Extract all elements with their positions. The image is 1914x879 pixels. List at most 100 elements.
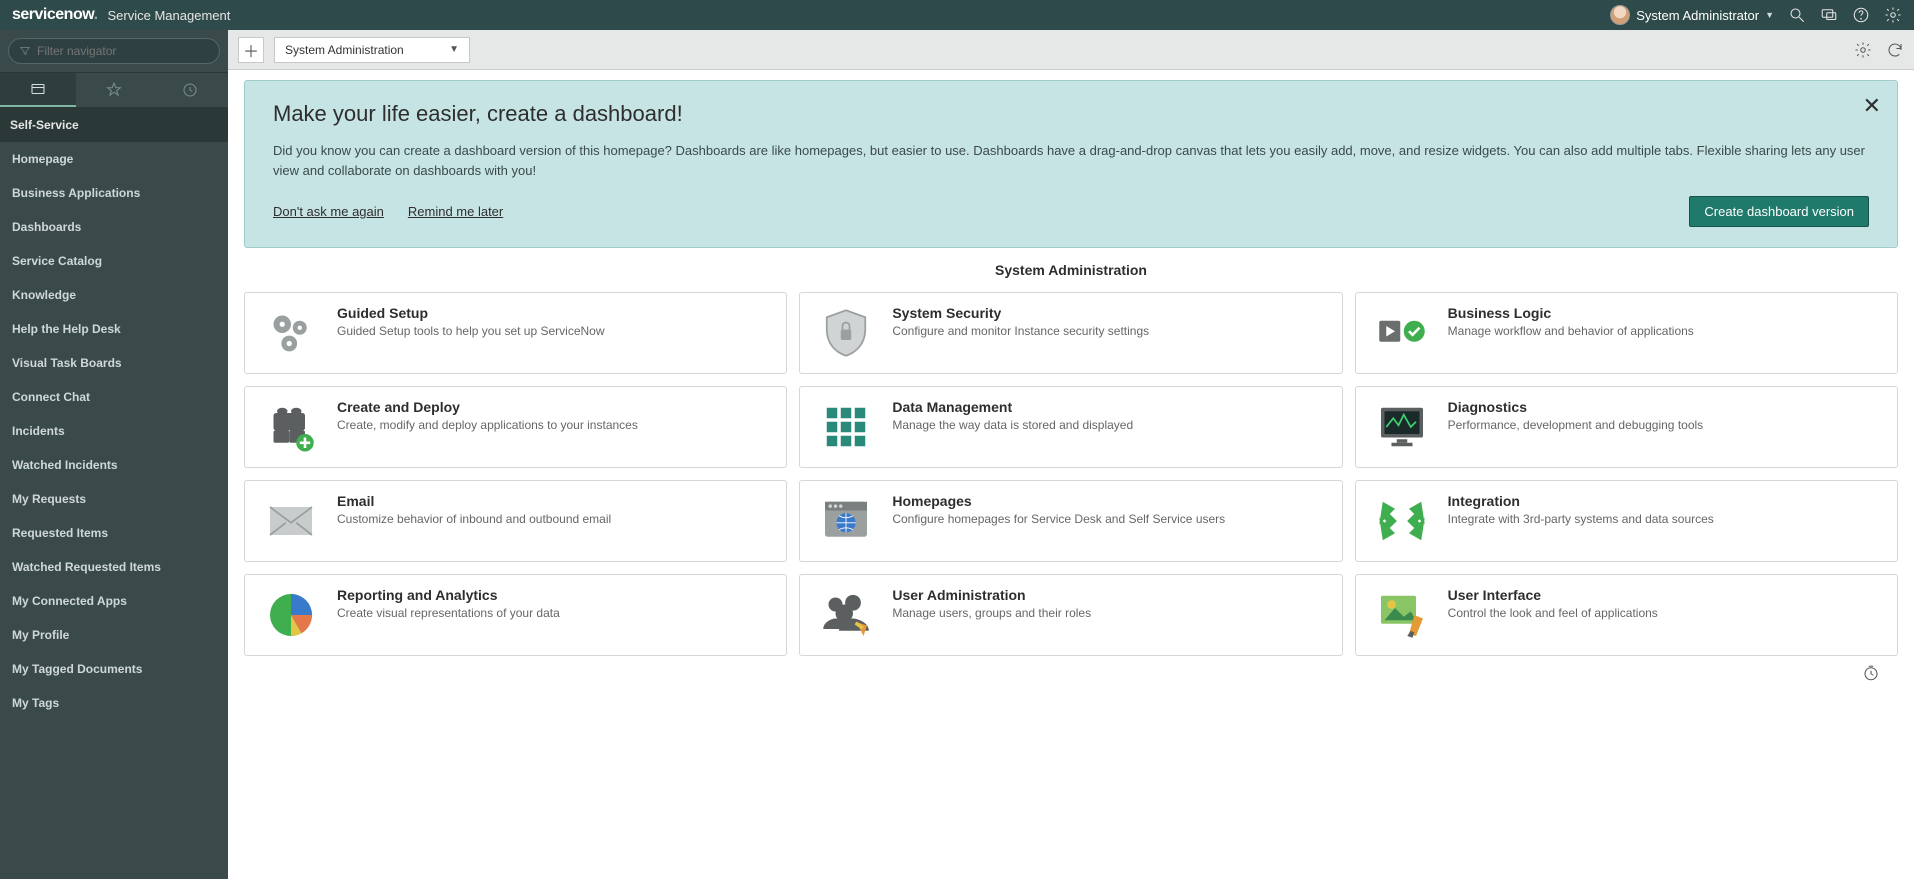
nav-tab-favorites[interactable] bbox=[76, 73, 152, 107]
timing-icon[interactable] bbox=[1862, 664, 1880, 682]
dashboard-promo: ✕ Make your life easier, create a dashbo… bbox=[244, 80, 1898, 248]
page-title: System Administration bbox=[244, 252, 1898, 292]
card-desc: Customize behavior of inbound and outbou… bbox=[337, 511, 611, 528]
homepage-select[interactable]: System Administration ▼ bbox=[274, 37, 470, 63]
sidebar-item[interactable]: Business Applications bbox=[0, 176, 228, 210]
card-title: Create and Deploy bbox=[337, 399, 638, 415]
logo: servicenow. bbox=[12, 6, 98, 24]
blocks-icon bbox=[261, 399, 321, 455]
user-menu[interactable]: System Administrator ▼ bbox=[1610, 5, 1774, 25]
card-desc: Performance, development and debugging t… bbox=[1448, 417, 1704, 434]
add-button[interactable]: ＋ bbox=[238, 37, 264, 63]
sidebar-item[interactable]: Knowledge bbox=[0, 278, 228, 312]
sidebar-item[interactable]: Visual Task Boards bbox=[0, 346, 228, 380]
help-icon[interactable] bbox=[1852, 6, 1870, 24]
card-desc: Manage users, groups and their roles bbox=[892, 605, 1091, 622]
gear-icon[interactable] bbox=[1884, 6, 1902, 24]
dropdown-arrow-icon: ▼ bbox=[449, 44, 459, 55]
nav-tab-history[interactable] bbox=[152, 73, 228, 107]
card-title: User Administration bbox=[892, 587, 1091, 603]
card-title: Homepages bbox=[892, 493, 1225, 509]
sidebar-item[interactable]: Watched Requested Items bbox=[0, 550, 228, 584]
card-desc: Create visual representations of your da… bbox=[337, 605, 560, 622]
admin-card[interactable]: Business Logic Manage workflow and behavi… bbox=[1355, 292, 1898, 374]
toolbar: ＋ System Administration ▼ bbox=[228, 30, 1914, 70]
browser-icon bbox=[816, 493, 876, 549]
card-desc: Manage the way data is stored and displa… bbox=[892, 417, 1133, 434]
paint-icon bbox=[1372, 587, 1432, 643]
promo-body: Did you know you can create a dashboard … bbox=[273, 141, 1869, 180]
arrowsin-icon bbox=[1372, 493, 1432, 549]
sidebar-item[interactable]: Connect Chat bbox=[0, 380, 228, 414]
card-title: Guided Setup bbox=[337, 305, 605, 321]
sidebar-item[interactable]: My Profile bbox=[0, 618, 228, 652]
card-desc: Integrate with 3rd-party systems and dat… bbox=[1448, 511, 1714, 528]
card-title: Data Management bbox=[892, 399, 1133, 415]
sidebar-item[interactable]: Incidents bbox=[0, 414, 228, 448]
sidebar-item[interactable]: Help the Help Desk bbox=[0, 312, 228, 346]
admin-card[interactable]: Diagnostics Performance, development and … bbox=[1355, 386, 1898, 468]
search-icon[interactable] bbox=[1788, 6, 1806, 24]
dont-ask-link[interactable]: Don't ask me again bbox=[273, 204, 384, 219]
card-title: Email bbox=[337, 493, 611, 509]
nav-section-header[interactable]: Self-Service bbox=[0, 108, 228, 142]
refresh-icon[interactable] bbox=[1886, 41, 1904, 59]
admin-card[interactable]: System Security Configure and monitor Ins… bbox=[799, 292, 1342, 374]
top-banner: servicenow. Service Management System Ad… bbox=[0, 0, 1914, 30]
filter-navigator[interactable] bbox=[8, 38, 220, 64]
app-title: Service Management bbox=[108, 8, 231, 23]
sidebar-item[interactable]: Service Catalog bbox=[0, 244, 228, 278]
create-dashboard-button[interactable]: Create dashboard version bbox=[1689, 196, 1869, 227]
card-title: Integration bbox=[1448, 493, 1714, 509]
admin-card[interactable]: User Interface Control the look and feel … bbox=[1355, 574, 1898, 656]
card-title: System Security bbox=[892, 305, 1149, 321]
admin-card[interactable]: Homepages Configure homepages for Service… bbox=[799, 480, 1342, 562]
card-desc: Configure and monitor Instance security … bbox=[892, 323, 1149, 340]
grid-icon bbox=[816, 399, 876, 455]
card-title: User Interface bbox=[1448, 587, 1658, 603]
card-title: Reporting and Analytics bbox=[337, 587, 560, 603]
admin-card[interactable]: Guided Setup Guided Setup tools to help y… bbox=[244, 292, 787, 374]
remind-later-link[interactable]: Remind me later bbox=[408, 204, 503, 219]
user-name: System Administrator bbox=[1636, 8, 1759, 23]
mail-icon bbox=[261, 493, 321, 549]
caret-down-icon: ▼ bbox=[1765, 10, 1774, 20]
card-desc: Control the look and feel of application… bbox=[1448, 605, 1658, 622]
sidebar-item[interactable]: My Tagged Documents bbox=[0, 652, 228, 686]
shield-icon bbox=[816, 305, 876, 361]
sidebar-item[interactable]: Requested Items bbox=[0, 516, 228, 550]
card-desc: Manage workflow and behavior of applicat… bbox=[1448, 323, 1694, 340]
playcheck-icon bbox=[1372, 305, 1432, 361]
close-icon[interactable]: ✕ bbox=[1863, 93, 1881, 119]
sidebar-item[interactable]: My Tags bbox=[0, 686, 228, 720]
left-nav: Self-Service HomepageBusiness Applicatio… bbox=[0, 30, 228, 879]
admin-card[interactable]: User Administration Manage users, groups … bbox=[799, 574, 1342, 656]
promo-heading: Make your life easier, create a dashboar… bbox=[273, 101, 1869, 127]
admin-card[interactable]: Reporting and Analytics Create visual rep… bbox=[244, 574, 787, 656]
sidebar-item[interactable]: Dashboards bbox=[0, 210, 228, 244]
sidebar-item[interactable]: My Connected Apps bbox=[0, 584, 228, 618]
card-desc: Create, modify and deploy applications t… bbox=[337, 417, 638, 434]
sidebar-item[interactable]: Homepage bbox=[0, 142, 228, 176]
sidebar-item[interactable]: My Requests bbox=[0, 482, 228, 516]
card-desc: Configure homepages for Service Desk and… bbox=[892, 511, 1225, 528]
nav-tab-all[interactable] bbox=[0, 73, 76, 107]
card-title: Diagnostics bbox=[1448, 399, 1704, 415]
chat-icon[interactable] bbox=[1820, 6, 1838, 24]
sidebar-item[interactable]: Watched Incidents bbox=[0, 448, 228, 482]
funnel-icon bbox=[19, 45, 31, 57]
users-icon bbox=[816, 587, 876, 643]
admin-card[interactable]: Integration Integrate with 3rd-party syst… bbox=[1355, 480, 1898, 562]
admin-card[interactable]: Data Management Manage the way data is st… bbox=[799, 386, 1342, 468]
settings-icon[interactable] bbox=[1854, 41, 1872, 59]
card-desc: Guided Setup tools to help you set up Se… bbox=[337, 323, 605, 340]
gears-icon bbox=[261, 305, 321, 361]
card-title: Business Logic bbox=[1448, 305, 1694, 321]
admin-card[interactable]: Email Customize behavior of inbound and o… bbox=[244, 480, 787, 562]
pie-icon bbox=[261, 587, 321, 643]
filter-input[interactable] bbox=[37, 44, 209, 58]
admin-card[interactable]: Create and Deploy Create, modify and depl… bbox=[244, 386, 787, 468]
homepage-select-value: System Administration bbox=[285, 43, 404, 57]
avatar bbox=[1610, 5, 1630, 25]
monitor-icon bbox=[1372, 399, 1432, 455]
